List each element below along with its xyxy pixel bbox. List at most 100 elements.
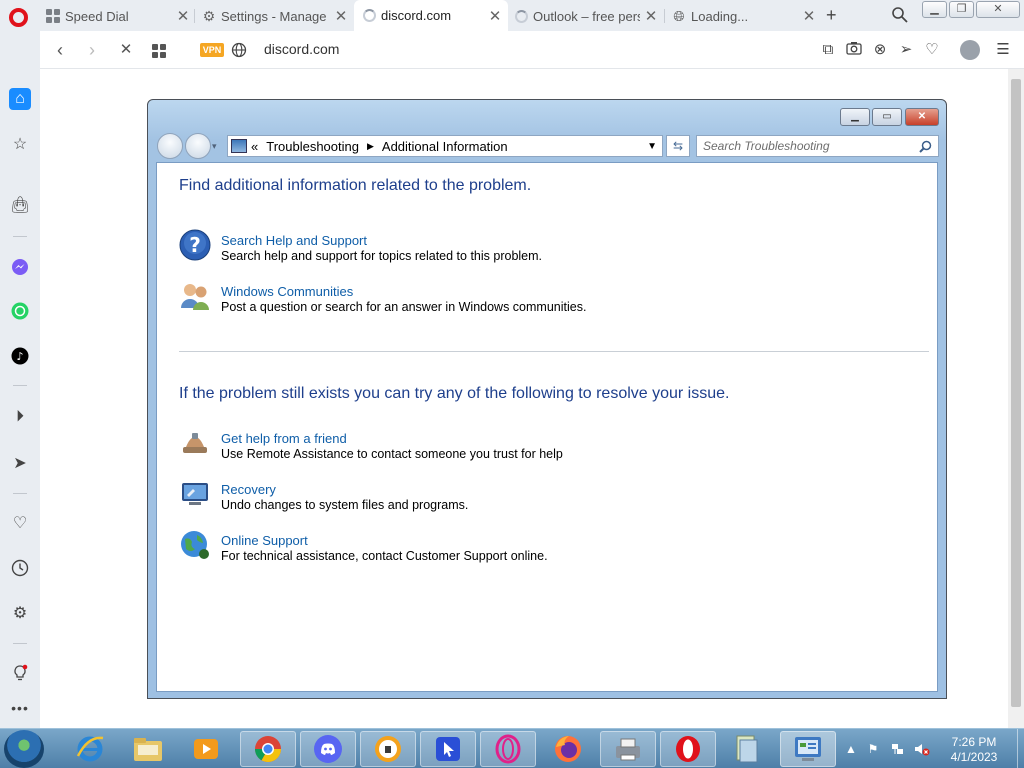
remote-assistance-icon[interactable] [179,427,211,462]
more-options-icon[interactable]: ••• [9,697,31,719]
action-center-flag-icon[interactable]: ⚑ [866,742,880,756]
recovery-icon[interactable] [179,478,211,513]
page-scrollbar[interactable] [1008,69,1024,728]
sidebar-separator [13,236,27,237]
link-search-help-and-support[interactable]: Search Help and Support [221,233,367,248]
breadcrumb-troubleshooting[interactable]: Troubleshooting [266,139,359,154]
troubleshooting-window: ▁ ▭ ✕ ▾ « Troubleshooting ▶ Additional I… [147,99,947,699]
documents-library-icon[interactable] [718,731,774,767]
community-users-icon[interactable] [179,280,211,315]
sidebar-separator [13,385,27,386]
breadcrumb-arrow-icon[interactable]: ▶ [367,141,374,152]
firefox-icon[interactable] [540,731,596,767]
favorites-heart-icon[interactable]: ♡ [9,512,31,534]
online-support-globe-icon[interactable] [179,529,211,564]
show-desktop-button[interactable] [1017,729,1024,768]
vpn-shield-icon[interactable] [360,731,416,767]
history-clock-icon[interactable] [9,557,31,579]
send-flow-icon[interactable]: ➢ [897,41,915,59]
breadcrumb-additional-information[interactable]: Additional Information [382,139,508,154]
close-icon[interactable]: ✕ [802,7,816,25]
forward-arrow-icon[interactable]: › [82,40,102,60]
easy-setup-icon[interactable]: ⧉ [819,41,837,59]
breadcrumb-overflow[interactable]: « [251,139,258,154]
svg-text:♪: ♪ [16,350,23,363]
maximize-icon[interactable]: ▭ [872,108,902,126]
close-icon[interactable]: ✕ [905,108,939,126]
close-icon[interactable]: ✕ [488,7,502,25]
link-windows-communities[interactable]: Windows Communities [221,284,353,299]
minimize-window-icon[interactable]: ▁ [922,1,947,18]
tab-separator [664,9,665,23]
whatsapp-icon[interactable] [9,300,31,322]
tiktok-icon[interactable]: ♪ [9,345,31,367]
address-dropdown-icon[interactable]: ▼ [647,141,657,152]
snapshot-camera-icon[interactable] [845,41,863,59]
file-explorer-icon[interactable] [120,731,176,767]
search-input[interactable]: Search Troubleshooting [696,135,939,157]
easy-setup-sliders-icon[interactable]: ☰ [994,41,1012,59]
scrollbar-thumb[interactable] [1011,79,1021,707]
tab-loading[interactable]: 🌐︎ Loading... ✕ [672,4,816,28]
messenger-icon[interactable] [9,256,31,278]
tab-discord[interactable]: discord.com ✕ [354,0,508,31]
tab-outlook[interactable]: Outlook – free pers ✕ [514,4,658,28]
printer-fax-icon[interactable] [600,731,656,767]
description-online-support: For technical assistance, contact Custom… [221,549,548,563]
help-question-icon[interactable]: ? [179,229,211,264]
tips-lightbulb-icon[interactable] [9,662,31,684]
profile-avatar-icon[interactable] [960,40,980,60]
tab-settings[interactable]: ⚙ Settings - Manage ✕ [202,4,348,28]
show-hidden-icons-icon[interactable]: ▲ [844,742,858,756]
forward-button[interactable] [185,133,211,159]
control-panel-taskbar-icon[interactable] [780,731,836,767]
player-icon[interactable]: ⏵ [9,406,31,428]
maximize-window-icon[interactable]: ❐ [949,1,974,18]
discord-icon[interactable] [300,731,356,767]
new-tab-plus-icon[interactable]: + [826,5,837,26]
opera-browser-icon[interactable] [660,731,716,767]
my-flow-send-icon[interactable]: ➤ [9,452,31,474]
shopping-bag-icon[interactable]: 👜︎ [9,194,31,216]
close-window-icon[interactable]: ✕ [976,1,1020,18]
close-icon[interactable]: ✕ [176,7,190,25]
sidebar-separator [13,643,27,644]
tab-grid-icon[interactable] [152,44,166,58]
volume-muted-icon[interactable] [914,742,930,756]
bookmark-heart-icon[interactable]: ♡ [923,41,941,59]
home-icon[interactable]: ⌂ [9,88,31,110]
back-arrow-icon[interactable]: ‹ [50,40,70,60]
speed-dial-icon [46,9,60,23]
start-button[interactable] [4,730,44,768]
search-icon[interactable] [919,139,932,153]
back-button[interactable] [157,133,183,159]
tab-speed-dial[interactable]: Speed Dial ✕ [46,4,190,28]
site-info-globe-icon[interactable] [231,42,247,58]
search-tabs-icon[interactable] [891,6,909,24]
url-text[interactable]: discord.com [264,41,339,57]
opera-menu-icon[interactable] [9,8,28,27]
bookmarks-star-icon[interactable]: ☆ [9,133,31,155]
opera-gx-icon[interactable] [480,731,536,767]
stop-loading-icon[interactable]: ✕ [116,40,136,60]
internet-explorer-icon[interactable] [62,731,118,767]
link-get-help-from-a-friend[interactable]: Get help from a friend [221,431,347,446]
close-icon[interactable]: ✕ [644,7,658,25]
link-online-support[interactable]: Online Support [221,533,308,548]
minimize-icon[interactable]: ▁ [840,108,870,126]
windows-taskbar: ▲ ⚑ 7:26 PM 4/1/2023 [0,728,1024,768]
link-recovery[interactable]: Recovery [221,482,276,497]
media-player-icon[interactable] [178,731,234,767]
control-panel-icon [231,139,247,153]
settings-gear-icon[interactable]: ⚙ [9,602,31,624]
network-icon[interactable] [891,742,905,756]
ad-blocker-icon[interactable]: ⊗ [871,41,889,59]
chrome-icon[interactable] [240,731,296,767]
system-clock[interactable]: 7:26 PM 4/1/2023 [934,735,1014,765]
recent-pages-chevron-icon[interactable]: ▾ [212,141,217,152]
pointer-app-icon[interactable] [420,731,476,767]
clock-time: 7:26 PM [951,735,997,749]
vpn-badge[interactable]: VPN [200,43,224,57]
refresh-icon[interactable]: ⇆ [666,135,690,157]
close-icon[interactable]: ✕ [334,7,348,25]
